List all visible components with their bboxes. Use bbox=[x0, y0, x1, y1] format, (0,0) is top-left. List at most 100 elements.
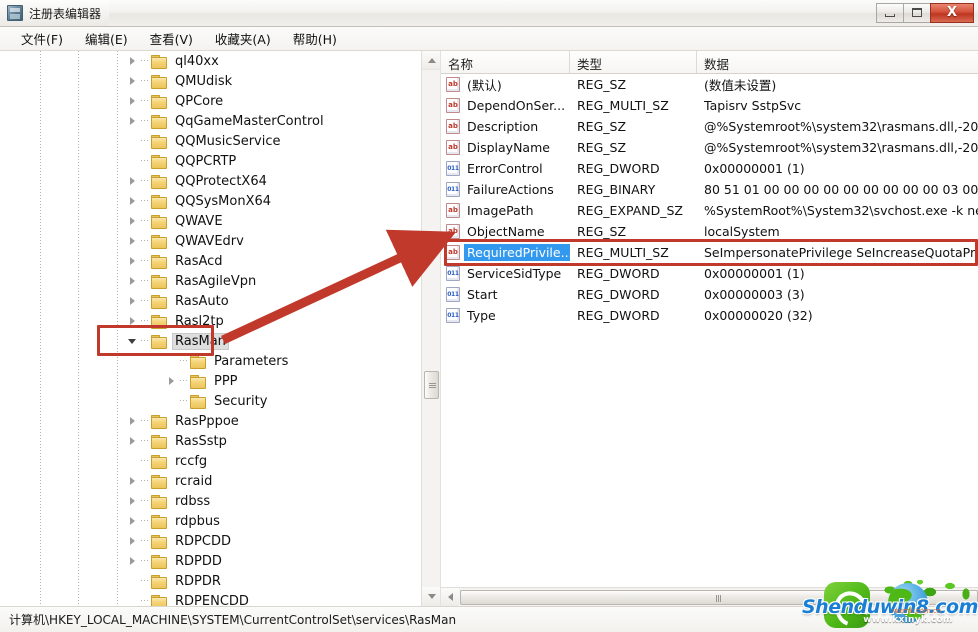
table-row[interactable]: 011 ServiceSidType REG_DWORD 0x00000001 (1) bbox=[441, 263, 978, 284]
menu-item-help[interactable]: 帮助(H) bbox=[282, 26, 348, 51]
tree-item-rdpdr[interactable]: RDPDR bbox=[0, 571, 422, 591]
collapse-triangle-icon[interactable] bbox=[125, 231, 141, 251]
list-horizontal-scrollbar[interactable] bbox=[441, 587, 978, 606]
tree-item-rdbss[interactable]: rdbss bbox=[0, 491, 422, 511]
table-row[interactable]: ab RequiredPrivile... REG_MULTI_SZ SeImpers… bbox=[441, 242, 978, 263]
collapse-triangle-icon[interactable] bbox=[125, 411, 141, 431]
tree-item-rassstp[interactable]: RasSstp bbox=[0, 431, 422, 451]
collapse-triangle-icon[interactable] bbox=[125, 511, 141, 531]
value-name-cell: ab ObjectName bbox=[441, 223, 570, 240]
tree-item-raspppoe[interactable]: RasPppoe bbox=[0, 411, 422, 431]
collapse-triangle-icon[interactable] bbox=[125, 551, 141, 571]
binary-value-icon: 011 bbox=[446, 161, 460, 176]
tree-item-rdpencdd[interactable]: RDPENCDD bbox=[0, 591, 422, 606]
tree-scrollbar-thumb[interactable] bbox=[424, 371, 439, 399]
list-scrollbar-thumb[interactable] bbox=[460, 589, 978, 605]
value-type-cell: REG_MULTI_SZ bbox=[577, 98, 669, 113]
tree-item-rdpcdd[interactable]: RDPCDD bbox=[0, 531, 422, 551]
tree-item-qwavedrv[interactable]: QWAVEdrv bbox=[0, 231, 422, 251]
collapse-triangle-icon[interactable] bbox=[125, 291, 141, 311]
table-row[interactable]: ab Description REG_SZ @%Systemroot%\system3… bbox=[441, 116, 978, 137]
table-row[interactable]: ab DisplayName REG_SZ @%Systemroot%\system3… bbox=[441, 137, 978, 158]
tree-connector-icon bbox=[141, 431, 150, 451]
tree-item-qmudisk[interactable]: QMUdisk bbox=[0, 71, 422, 91]
collapse-triangle-icon[interactable] bbox=[125, 71, 141, 91]
menu-item-file[interactable]: 文件(F) bbox=[10, 26, 74, 51]
tree-item-rdpdd[interactable]: RDPDD bbox=[0, 551, 422, 571]
string-value-icon: ab bbox=[446, 140, 460, 155]
tree-item-qqmusicservice[interactable]: QQMusicService bbox=[0, 131, 422, 151]
title-bar[interactable]: 注册表编辑器 X bbox=[0, 0, 978, 27]
tree-item-qqsysmonx64[interactable]: QQSysMonX64 bbox=[0, 191, 422, 211]
tree-connector-icon bbox=[141, 111, 150, 131]
table-row[interactable]: ab (默认) REG_SZ (数值未设置) bbox=[441, 74, 978, 95]
value-name-cell: ab (默认) bbox=[441, 74, 570, 95]
table-row[interactable]: 011 Start REG_DWORD 0x00000003 (3) bbox=[441, 284, 978, 305]
table-row[interactable]: ab ImagePath REG_EXPAND_SZ %SystemRoot%\Sys… bbox=[441, 200, 978, 221]
collapse-triangle-icon[interactable] bbox=[125, 271, 141, 291]
tree-item-qpcore[interactable]: QPCore bbox=[0, 91, 422, 111]
tree-item-ql40xx[interactable]: ql40xx bbox=[0, 51, 422, 71]
column-header-data[interactable]: 数据 bbox=[697, 51, 978, 73]
tree-item-qwave[interactable]: QWAVE bbox=[0, 211, 422, 231]
expand-triangle-icon[interactable] bbox=[125, 331, 141, 351]
collapse-triangle-icon[interactable] bbox=[125, 191, 141, 211]
table-row[interactable]: ab DependOnSer... REG_MULTI_SZ Tapisrv Sstp… bbox=[441, 95, 978, 116]
collapse-triangle-icon[interactable] bbox=[164, 371, 180, 391]
folder-icon bbox=[150, 334, 168, 349]
collapse-triangle-icon[interactable] bbox=[125, 531, 141, 551]
maximize-button[interactable] bbox=[903, 2, 931, 23]
menu-item-edit[interactable]: 编辑(E) bbox=[74, 26, 139, 51]
scroll-left-arrow-icon[interactable] bbox=[441, 588, 459, 606]
tree-item-qqpcrtp[interactable]: QQPCRTP bbox=[0, 151, 422, 171]
minimize-button[interactable] bbox=[876, 2, 904, 23]
tree-item-rdpbus[interactable]: rdpbus bbox=[0, 511, 422, 531]
tree-item-rasman[interactable]: RasMan bbox=[0, 331, 422, 351]
content-area: ql40xx QMUdisk QPCore QqGameMasterControl QQ… bbox=[0, 51, 978, 606]
tree-vertical-scrollbar[interactable] bbox=[421, 51, 440, 606]
tree-item-parameters[interactable]: Parameters bbox=[0, 351, 422, 371]
collapse-triangle-icon[interactable] bbox=[125, 211, 141, 231]
table-row[interactable]: 011 FailureActions REG_BINARY 80 51 01 00 0… bbox=[441, 179, 978, 200]
collapse-triangle-icon[interactable] bbox=[125, 251, 141, 271]
registry-tree-pane[interactable]: ql40xx QMUdisk QPCore QqGameMasterControl QQ… bbox=[0, 51, 441, 606]
scroll-up-arrow-icon[interactable] bbox=[422, 51, 440, 70]
folder-icon bbox=[150, 174, 168, 189]
table-row[interactable]: 011 ErrorControl REG_DWORD 0x00000001 (1) bbox=[441, 158, 978, 179]
collapse-triangle-icon[interactable] bbox=[125, 471, 141, 491]
close-button[interactable]: X bbox=[930, 2, 974, 23]
scroll-down-arrow-icon[interactable] bbox=[422, 587, 440, 606]
menu-item-view[interactable]: 查看(V) bbox=[139, 26, 204, 51]
tree-item-ppp[interactable]: PPP bbox=[0, 371, 422, 391]
tree-item-label: rdpbus bbox=[175, 513, 220, 529]
tree-item-rasagilevpn[interactable]: RasAgileVpn bbox=[0, 271, 422, 291]
collapse-triangle-icon[interactable] bbox=[125, 111, 141, 131]
registry-editor-window: 注册表编辑器 X 文件(F) 编辑(E) 查看(V) 收藏夹(A) 帮助(H) bbox=[0, 0, 978, 632]
column-header-name[interactable]: 名称 bbox=[441, 51, 570, 73]
tree-item-rasauto[interactable]: RasAuto bbox=[0, 291, 422, 311]
column-header-type[interactable]: 类型 bbox=[570, 51, 697, 73]
value-name-text: ImagePath bbox=[467, 203, 534, 218]
tree-connector-icon bbox=[141, 251, 150, 271]
collapse-triangle-icon[interactable] bbox=[125, 91, 141, 111]
collapse-triangle-icon[interactable] bbox=[125, 171, 141, 191]
tree-item-rcraid[interactable]: rcraid bbox=[0, 471, 422, 491]
collapse-triangle-icon[interactable] bbox=[125, 431, 141, 451]
menu-item-favorites[interactable]: 收藏夹(A) bbox=[204, 26, 282, 51]
registry-values-pane[interactable]: 名称 类型 数据 ab (默认) REG_SZ (数值未设置) ab DependOnSe… bbox=[441, 51, 978, 606]
tree-item-label: RasPppoe bbox=[175, 413, 239, 429]
collapse-triangle-icon[interactable] bbox=[125, 311, 141, 331]
tree-item-rasl2tp[interactable]: Rasl2tp bbox=[0, 311, 422, 331]
tree-item-security[interactable]: Security bbox=[0, 391, 422, 411]
tree-item-qqgamemastercontrol[interactable]: QqGameMasterControl bbox=[0, 111, 422, 131]
tree-item-label: RasAgileVpn bbox=[175, 273, 257, 289]
tree-item-rccfg[interactable]: rccfg bbox=[0, 451, 422, 471]
value-name-text: ObjectName bbox=[467, 224, 545, 239]
table-row[interactable]: 011 Type REG_DWORD 0x00000020 (32) bbox=[441, 305, 978, 326]
status-bar: 计算机\HKEY_LOCAL_MACHINE\SYSTEM\CurrentCon… bbox=[0, 606, 978, 632]
collapse-triangle-icon[interactable] bbox=[125, 51, 141, 71]
tree-item-qqprotectx64[interactable]: QQProtectX64 bbox=[0, 171, 422, 191]
tree-item-rasacd[interactable]: RasAcd bbox=[0, 251, 422, 271]
collapse-triangle-icon[interactable] bbox=[125, 491, 141, 511]
table-row[interactable]: ab ObjectName REG_SZ localSystem bbox=[441, 221, 978, 242]
